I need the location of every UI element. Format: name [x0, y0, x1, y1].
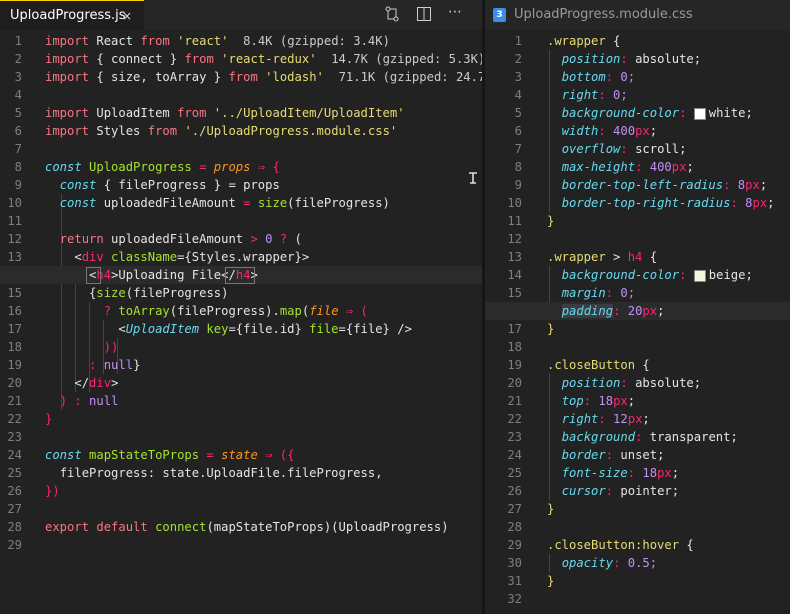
tab-label: UploadProgress.js — [10, 8, 126, 23]
css-line-11: } — [547, 214, 555, 228]
split-editor-icon[interactable] — [416, 6, 432, 26]
close-icon[interactable]: × — [122, 1, 132, 31]
line-number: 27 — [0, 500, 40, 518]
line-number: 29 — [0, 536, 40, 554]
tab-upload-progress-js[interactable]: UploadProgress.js × — [0, 0, 144, 30]
code-line-8: const UploadProgress = props ⇒ { — [45, 160, 280, 174]
code-line-22: } — [45, 412, 53, 426]
compare-changes-icon[interactable] — [384, 6, 400, 26]
css-line-26: cursor: pointer; — [561, 484, 680, 498]
tab-upload-progress-module-css[interactable]: 3 UploadProgress.module.css — [493, 0, 693, 30]
css-line-23: background: transparent; — [561, 430, 738, 444]
line-number: 4 — [0, 86, 40, 104]
code-line-16: ? toArray(fileProgress).map(file ⇒ ( — [103, 304, 368, 318]
line-number-text: 27 — [7, 502, 22, 516]
css-line-31: } — [547, 574, 555, 588]
text-cursor-icon — [468, 172, 478, 188]
right-tab-bar: 3 UploadProgress.module.css — [485, 0, 790, 30]
code-line-13: <div className={Styles.wrapper}> — [74, 250, 310, 264]
line-number-text: 12 — [507, 232, 522, 246]
css-line-20: position: absolute; — [561, 376, 702, 390]
line-number-text: 29 — [7, 538, 22, 552]
css-line-4: right: 0; — [561, 88, 628, 102]
code-line-18: )) — [103, 340, 119, 354]
code-line-6: import Styles from './UploadProgress.mod… — [45, 124, 398, 138]
css-line-5: background-color: white; — [561, 106, 753, 120]
css-line-19: .closeButton { — [547, 358, 650, 372]
css-line-27: } — [547, 502, 555, 516]
css-line-15: margin: 0; — [561, 286, 636, 300]
line-number-text: 32 — [507, 592, 522, 606]
line-number-text: 23 — [7, 430, 22, 444]
code-line-17: <UploadItem key={file.id} file={file} /> — [118, 322, 412, 336]
line-number: 23 — [0, 428, 40, 446]
left-editor-pane: UploadProgress.js × ⋯ 1 2 3 4 5 6 7 8 9 10 11 12 13 1… — [0, 0, 493, 614]
line-number-text: 18 — [507, 340, 522, 354]
css-line-8: max-height: 400px; — [561, 160, 694, 174]
css-line-24: border: unset; — [561, 448, 665, 462]
more-actions-icon[interactable]: ⋯ — [448, 4, 462, 20]
bracket-match — [86, 267, 101, 284]
code-line-9: const { fileProgress } = props — [59, 178, 280, 192]
css-line-10: border-top-right-radius: 8px; — [561, 196, 775, 210]
code-line-28: export default connect(mapStateToProps)(… — [45, 520, 449, 534]
line-number-text: 7 — [14, 142, 22, 156]
line-number: 28 — [485, 518, 525, 536]
left-tab-bar: UploadProgress.js × ⋯ — [0, 0, 482, 30]
css-line-17: } — [547, 322, 555, 336]
code-line-1: import React from 'react' 8.4K (gzipped:… — [45, 34, 390, 48]
line-number: 11 — [0, 212, 40, 230]
line-number-text: 28 — [507, 520, 522, 534]
css-line-21: top: 18px; — [561, 394, 636, 408]
color-swatch-beige[interactable] — [693, 269, 706, 282]
code-editor: UploadProgress.js × ⋯ 1 2 3 4 5 6 7 8 9 10 11 12 13 1… — [0, 0, 790, 614]
css-line-13: .wrapper > h4 { — [547, 250, 658, 264]
css-file-icon: 3 — [493, 7, 506, 22]
code-line-12: return uploadedFileAmount > 0 ? ( — [59, 232, 302, 246]
bracket-match — [225, 267, 255, 284]
css-line-2: position: absolute; — [561, 52, 702, 66]
css-line-29: .closeButton:hover { — [547, 538, 694, 552]
code-line-2: import { connect } from 'react-redux' 14… — [45, 52, 486, 66]
line-number-text: 4 — [14, 88, 22, 102]
code-line-5: import UploadItem from '../UploadItem/Up… — [45, 106, 405, 120]
css-line-14: background-color: beige; — [561, 268, 753, 282]
code-line-21: ) : null — [59, 394, 119, 408]
code-line-20: </div> — [74, 376, 119, 390]
css-line-16: padding: 20px; — [561, 304, 665, 318]
code-line-19: : null} — [89, 358, 141, 372]
css-line-30: opacity: 0.5; — [561, 556, 658, 570]
css-line-6: width: 400px; — [561, 124, 658, 138]
code-line-14: <h4>Uploading File</h4> — [0, 266, 482, 284]
code-line-10: const uploadedFileAmount = size(fileProg… — [59, 196, 390, 210]
css-line-22: right: 12px; — [561, 412, 650, 426]
tab-label: UploadProgress.module.css — [514, 7, 693, 22]
code-line-26: }) — [45, 484, 60, 498]
left-code-area[interactable]: 1234567891011121314151617181920212223242… — [0, 30, 493, 614]
css-line-25: font-size: 18px; — [561, 466, 680, 480]
line-number-text: 11 — [7, 214, 22, 228]
css-line-3: bottom: 0; — [561, 70, 636, 84]
color-swatch-white[interactable] — [693, 107, 706, 120]
line-number: 18 — [485, 338, 525, 356]
css-line-9: border-top-left-radius: 8px; — [561, 178, 768, 192]
line-number: 7 — [0, 140, 40, 158]
code-line-3: import { size, toArray } from 'lodash' 7… — [45, 70, 493, 84]
css-line-1: .wrapper { — [547, 34, 621, 48]
line-number: 12 — [485, 230, 525, 248]
right-code-area[interactable]: 1234567891011121314151617181920212223242… — [485, 30, 790, 614]
code-line-15: {size(fileProgress) — [89, 286, 229, 300]
line-number: 32 — [485, 590, 525, 608]
code-line-24: const mapStateToProps = state ⇒ ({ — [45, 448, 295, 462]
right-editor-pane: 3 UploadProgress.module.css 1 2 3 4 5 6 7 8 9 10 11… — [485, 0, 790, 614]
css-line-7: overflow: scroll; — [561, 142, 687, 156]
code-line-25: fileProgress: state.UploadFile.fileProgr… — [59, 466, 383, 480]
